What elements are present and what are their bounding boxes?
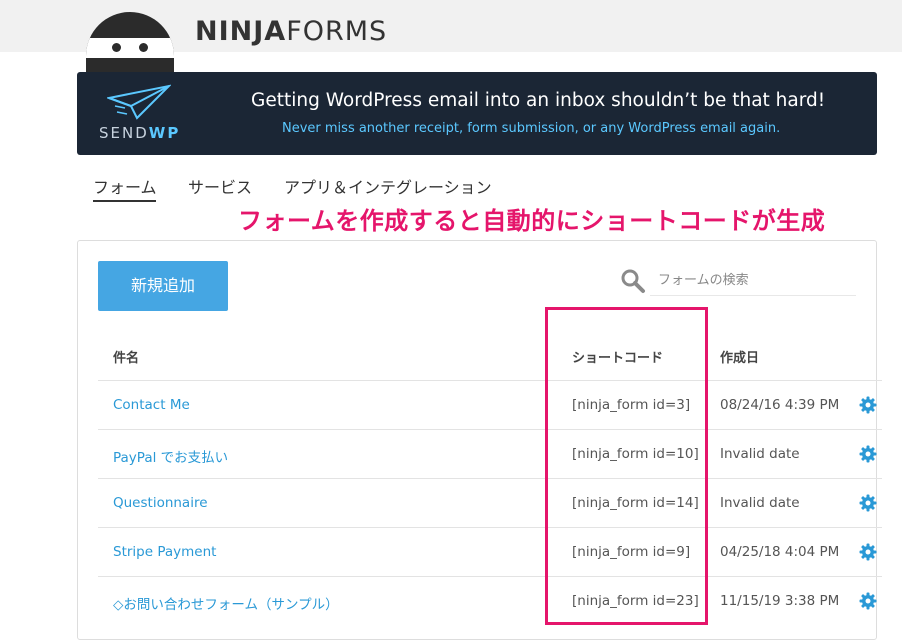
form-name-link[interactable]: Contact Me — [113, 397, 190, 413]
search-icon — [621, 269, 645, 293]
gear-icon[interactable] — [859, 445, 877, 463]
created-date: 08/24/16 4:39 PM — [720, 397, 840, 413]
table-row: Questionnaire [ninja_form id=14] Invalid… — [98, 478, 882, 527]
tab-apps-integrations[interactable]: アプリ＆インテグレーション — [284, 174, 492, 198]
table-row: Stripe Payment [ninja_form id=9] 04/25/1… — [98, 527, 882, 576]
table-row: Contact Me [ninja_form id=3] 08/24/16 4:… — [98, 380, 882, 429]
created-date: 04/25/18 4:04 PM — [720, 544, 840, 560]
banner-title: Getting WordPress email into an inbox sh… — [251, 90, 826, 111]
form-name-link[interactable]: Questionnaire — [113, 495, 208, 511]
created-date: 11/15/19 3:38 PM — [720, 593, 840, 609]
search-input[interactable] — [650, 266, 856, 296]
gear-icon[interactable] — [859, 543, 877, 561]
form-name-link[interactable]: ◇お問い合わせフォーム（サンプル） — [113, 593, 339, 613]
shortcode-value: [ninja_form id=3] — [572, 397, 691, 413]
column-header-name[interactable]: 件名 — [113, 347, 139, 366]
shortcode-value: [ninja_form id=9] — [572, 544, 691, 560]
sendwp-banner[interactable]: SENDWP Getting WordPress email into an i… — [77, 72, 877, 155]
gear-icon[interactable] — [859, 494, 877, 512]
shortcode-value: [ninja_form id=23] — [572, 593, 699, 609]
add-new-button[interactable]: 新規追加 — [98, 261, 228, 311]
shortcode-value: [ninja_form id=14] — [572, 495, 699, 511]
tab-services[interactable]: サービス — [188, 174, 252, 198]
paper-plane-icon — [107, 84, 171, 120]
form-name-link[interactable]: PayPal でお支払い — [113, 446, 228, 466]
gear-icon[interactable] — [859, 592, 877, 610]
column-header-shortcode[interactable]: ショートコード — [572, 347, 663, 366]
column-header-created[interactable]: 作成日 — [720, 347, 759, 366]
brand-logo-text: NINJAFORMS — [195, 16, 388, 47]
shortcode-value: [ninja_form id=10] — [572, 446, 699, 462]
active-tab-indicator — [93, 200, 156, 202]
annotation-callout: フォームを作成すると自動的にショートコードが生成 — [238, 207, 826, 235]
tab-forms[interactable]: フォーム — [93, 174, 157, 198]
form-name-link[interactable]: Stripe Payment — [113, 544, 216, 560]
table-row: ◇お問い合わせフォーム（サンプル） [ninja_form id=23] 11/… — [98, 576, 882, 625]
banner-subtitle: Never miss another receipt, form submiss… — [282, 121, 781, 136]
gear-icon[interactable] — [859, 396, 877, 414]
created-date: Invalid date — [720, 446, 800, 462]
sendwp-logo-text: SENDWP — [99, 124, 181, 142]
created-date: Invalid date — [720, 495, 800, 511]
table-row: PayPal でお支払い [ninja_form id=10] Invalid … — [98, 429, 882, 478]
